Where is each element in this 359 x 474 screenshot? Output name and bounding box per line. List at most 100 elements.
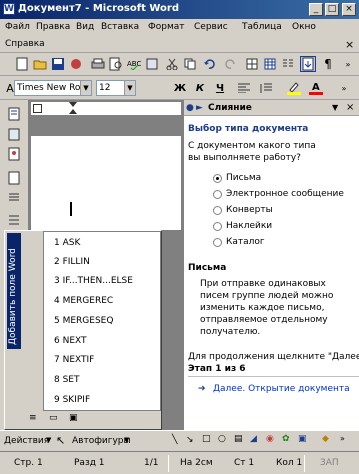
radio-directory-label[interactable]: Каталог	[226, 237, 265, 247]
draw-actions-arrow-icon[interactable]: ▼	[46, 436, 51, 444]
italic-button[interactable]: К	[192, 80, 208, 96]
field-item-fillin[interactable]: 2 FILLIN	[54, 257, 90, 267]
oval-icon[interactable]: ○	[218, 434, 226, 444]
first-line-indent-marker[interactable]	[69, 102, 77, 107]
status-record[interactable]: ЗАП	[320, 458, 339, 468]
show-formatting-icon[interactable]: ¶	[320, 56, 336, 72]
close-button[interactable]: ×	[342, 3, 356, 16]
radio-email[interactable]	[213, 190, 222, 199]
task-pane-close-icon[interactable]: ×	[346, 102, 354, 113]
radio-envelopes-label[interactable]: Конверты	[226, 205, 273, 215]
insert-merge-fields-icon[interactable]	[6, 212, 22, 228]
menu-help[interactable]: Справка	[5, 39, 45, 49]
line-icon[interactable]: ╲	[172, 435, 177, 445]
field-item-next[interactable]: 6 NEXT	[54, 336, 87, 346]
research-icon[interactable]	[144, 56, 160, 72]
field-item-nextif[interactable]: 7 NEXTIF	[54, 355, 94, 365]
align-left-icon[interactable]	[236, 80, 252, 96]
maximize-button[interactable]: □	[325, 3, 339, 16]
next-arrow-icon[interactable]: ➔	[198, 384, 206, 394]
tab-selector-icon[interactable]	[33, 104, 42, 113]
tables-borders-icon[interactable]	[244, 56, 260, 72]
document-page[interactable]	[43, 136, 181, 230]
word-app-icon[interactable]: W	[3, 3, 15, 15]
horizontal-ruler[interactable]	[31, 102, 181, 116]
undo-icon[interactable]	[202, 56, 218, 72]
radio-labels-label[interactable]: Наклейки	[226, 221, 272, 231]
view-normal-icon[interactable]: ≡	[29, 413, 45, 427]
menu-table[interactable]: Таблица	[242, 22, 282, 32]
insert-table-icon[interactable]	[262, 56, 278, 72]
task-pane-menu-icon[interactable]: ▼	[332, 103, 338, 112]
radio-letters-label[interactable]: Письма	[226, 173, 261, 183]
view-reading-icon[interactable]: ▣	[69, 413, 85, 427]
menu-edit[interactable]: Правка	[36, 22, 70, 32]
mail-merge-recipients-icon[interactable]	[6, 146, 22, 162]
insert-word-field-button[interactable]: Добавить поле Word	[7, 233, 21, 349]
print-preview-icon[interactable]	[108, 56, 124, 72]
permission-icon[interactable]	[68, 56, 84, 72]
bold-button[interactable]: Ж	[172, 80, 188, 96]
minimize-button[interactable]: _	[309, 3, 323, 16]
rectangle-icon[interactable]: □	[202, 434, 211, 444]
arrow-icon[interactable]: ↘	[186, 435, 194, 445]
forward-icon[interactable]: ►	[196, 103, 203, 113]
autoshapes-menu[interactable]: Автофигуры	[72, 436, 131, 446]
toolbar-options-icon[interactable]: »	[340, 56, 356, 72]
save-icon[interactable]	[50, 56, 66, 72]
insert-greeting-line-icon[interactable]	[6, 190, 22, 206]
insert-address-block-icon[interactable]	[6, 170, 22, 186]
redo-icon[interactable]	[222, 56, 238, 72]
menu-tools[interactable]: Сервис	[194, 22, 228, 32]
vertical-ruler[interactable]	[31, 136, 43, 230]
left-indent-marker[interactable]	[69, 109, 77, 114]
font-name-combo[interactable]: Times New Roman▼	[14, 80, 92, 96]
menu-format[interactable]: Формат	[148, 22, 185, 32]
underline-button[interactable]: Ч	[212, 80, 228, 96]
columns-icon[interactable]	[280, 56, 296, 72]
menu-window[interactable]: Окно	[292, 22, 316, 32]
doc-close-icon[interactable]: ×	[345, 38, 354, 51]
radio-labels[interactable]	[213, 222, 222, 231]
field-item-mergerec[interactable]: 4 MERGEREC	[54, 296, 113, 306]
next-step-link[interactable]: Далее. Открытие документа	[213, 384, 350, 394]
font-size-combo[interactable]: 12 ▼	[96, 80, 136, 96]
copy-icon[interactable]	[182, 56, 198, 72]
cut-icon[interactable]	[164, 56, 180, 72]
open-data-source-icon[interactable]	[6, 126, 22, 142]
drawing-options-icon[interactable]: »	[340, 434, 345, 443]
clipart-icon[interactable]: ✿	[282, 434, 290, 444]
new-document-icon[interactable]	[14, 56, 30, 72]
wordart-icon[interactable]: ◢	[250, 434, 257, 444]
open-icon[interactable]	[32, 56, 48, 72]
menu-insert[interactable]: Вставка	[101, 22, 139, 32]
document-map-icon[interactable]	[300, 56, 316, 72]
diagram-icon[interactable]: ◉	[266, 434, 274, 444]
font-color-icon[interactable]: A	[308, 80, 324, 96]
menu-file[interactable]: Файл	[5, 22, 30, 32]
back-icon[interactable]: ●	[186, 103, 194, 113]
autoshapes-arrow-icon[interactable]: ▼	[124, 436, 129, 444]
radio-directory[interactable]	[213, 238, 222, 247]
insert-picture-icon[interactable]: ▣	[298, 434, 307, 444]
highlight-icon[interactable]	[286, 80, 302, 96]
field-item-skipif[interactable]: 9 SKIPIF	[54, 395, 90, 405]
main-document-setup-icon[interactable]	[6, 106, 22, 122]
textbox-icon[interactable]: ▤	[234, 434, 243, 444]
radio-email-label[interactable]: Электронное сообщение	[226, 189, 344, 199]
toolbar-options-2-icon[interactable]: »	[336, 80, 352, 96]
print-icon[interactable]	[90, 56, 106, 72]
view-layout-icon[interactable]: ▭	[49, 413, 65, 427]
radio-envelopes[interactable]	[213, 206, 222, 215]
radio-letters[interactable]	[213, 174, 222, 183]
draw-actions-menu[interactable]: Действия	[4, 436, 49, 446]
spelling-icon[interactable]: ABC	[126, 56, 142, 72]
select-objects-icon[interactable]: ↖	[56, 434, 65, 447]
field-item-mergeseq[interactable]: 5 MERGESEQ	[54, 316, 113, 326]
fill-color-icon[interactable]: ◆	[322, 434, 329, 444]
field-item-ask[interactable]: 1 ASK	[54, 238, 80, 248]
line-spacing-icon[interactable]	[258, 80, 274, 96]
field-item-set[interactable]: 8 SET	[54, 375, 79, 385]
field-item-if-then-else[interactable]: 3 IF...THEN...ELSE	[54, 276, 133, 286]
menu-view[interactable]: Вид	[76, 22, 94, 32]
